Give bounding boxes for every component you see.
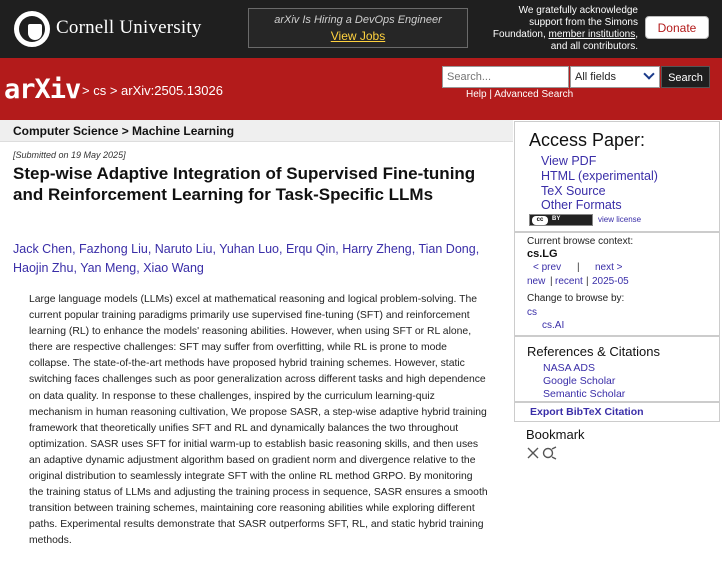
nasa-ads-link[interactable]: NASA ADS: [543, 362, 595, 374]
change-browse-label: Change to browse by:: [527, 293, 625, 304]
right-sidebar: Access Paper: View PDF HTML (experimenta…: [514, 120, 722, 581]
acknowledgement-text: We gratefully acknowledge support from t…: [492, 5, 638, 52]
jobs-banner: arXiv Is Hiring a DevOps Engineer View J…: [248, 8, 468, 48]
author-link[interactable]: Jack Chen: [13, 242, 72, 256]
search-button[interactable]: Search: [661, 66, 710, 88]
cornell-university-link[interactable]: Cornell University: [56, 17, 202, 39]
html-experimental-link[interactable]: HTML (experimental): [541, 169, 658, 183]
author-link[interactable]: Xiao Wang: [143, 261, 204, 275]
donate-button[interactable]: Donate: [645, 16, 709, 39]
advanced-search-link[interactable]: Advanced Search: [494, 89, 573, 100]
subject-heading: Computer Science > Machine Learning: [13, 124, 235, 138]
help-links: Help | Advanced Search: [466, 89, 574, 100]
other-formats-link[interactable]: Other Formats: [541, 198, 622, 212]
export-bibtex-link[interactable]: Export BibTeX Citation: [530, 406, 644, 418]
breadcrumb[interactable]: > cs > arXiv:2505.13026: [82, 83, 223, 98]
abstract-text: Large language models (LLMs) excel at ma…: [29, 294, 488, 547]
semantic-scholar-link[interactable]: Semantic Scholar: [543, 388, 625, 400]
jobs-title: arXiv Is Hiring a DevOps Engineer: [274, 14, 442, 26]
arxiv-logo[interactable]: arXiv: [4, 74, 81, 105]
recent-link[interactable]: recent: [555, 276, 583, 287]
google-scholar-link[interactable]: Google Scholar: [543, 375, 615, 387]
browse-context-value: cs.LG: [527, 248, 558, 260]
view-pdf-link[interactable]: View PDF: [541, 154, 596, 168]
browse-context-panel: Current browse context: cs.LG < prev | n…: [514, 232, 720, 336]
subject-bar: Computer Science > Machine Learning: [0, 120, 513, 142]
view-jobs-link[interactable]: View Jobs: [249, 29, 467, 43]
new-link[interactable]: new: [527, 276, 545, 287]
tex-source-link[interactable]: TeX Source: [541, 184, 606, 198]
bookmark-title: Bookmark: [526, 427, 585, 442]
references-panel: References & Citations NASA ADS Google S…: [514, 336, 720, 402]
browse-context-label: Current browse context:: [527, 236, 634, 247]
chevron-down-icon: [643, 68, 655, 80]
author-link[interactable]: Erqu Qin: [286, 242, 335, 256]
member-institutions-link[interactable]: member institutions: [549, 29, 636, 40]
author-list: Jack Chen, Fazhong Liu, Naruto Liu, Yuha…: [13, 242, 480, 275]
help-link[interactable]: Help: [466, 89, 487, 100]
access-paper-panel: Access Paper: View PDF HTML (experimenta…: [514, 121, 720, 232]
prev-link[interactable]: < prev: [533, 262, 561, 273]
references-title: References & Citations: [527, 344, 660, 359]
browse-csai-link[interactable]: cs.AI: [542, 320, 564, 331]
view-license-link[interactable]: view license: [598, 215, 641, 224]
bookmark-icons: [526, 446, 558, 463]
month-link[interactable]: 2025-05: [592, 276, 629, 287]
submission-date: [Submitted on 19 May 2025]: [13, 150, 126, 160]
bibtex-panel: Export BibTeX Citation: [514, 402, 720, 422]
author-link[interactable]: Fazhong Liu: [79, 242, 148, 256]
author-link[interactable]: Naruto Liu: [155, 242, 213, 256]
bookmark-service-icon[interactable]: [526, 446, 558, 460]
paper-title: Step-wise Adaptive Integration of Superv…: [13, 164, 476, 204]
author-link[interactable]: Tian Dong: [418, 242, 475, 256]
cc-by-license-icon[interactable]: cc BY: [529, 214, 593, 226]
arxiv-header: arXiv > cs > arXiv:2505.13026 All fields…: [0, 58, 722, 120]
paper-main: Computer Science > Machine Learning [Sub…: [0, 120, 513, 581]
browse-cs-link[interactable]: cs: [527, 307, 537, 318]
top-bar: Cornell University arXiv Is Hiring a Dev…: [0, 0, 722, 58]
next-link[interactable]: next >: [595, 262, 623, 273]
search-input[interactable]: [442, 66, 569, 88]
author-link[interactable]: Yan Meng: [80, 261, 136, 275]
cornell-seal-icon[interactable]: [14, 11, 50, 47]
author-link[interactable]: Haojin Zhu: [13, 261, 73, 275]
author-link[interactable]: Harry Zheng: [342, 242, 411, 256]
author-link[interactable]: Yuhan Luo: [219, 242, 279, 256]
search-field-select[interactable]: All fields: [570, 66, 660, 88]
access-paper-title: Access Paper:: [529, 130, 646, 150]
